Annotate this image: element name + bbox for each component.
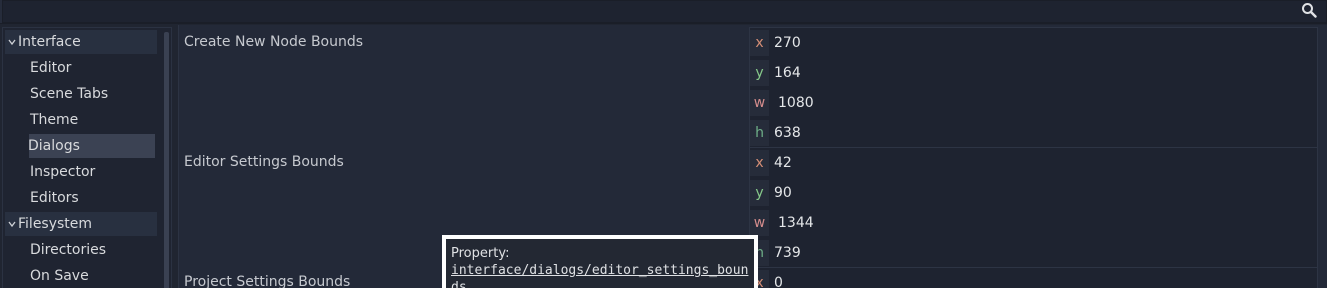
rect-editor-editor-settings-bounds: x 42 y 90 w 1344 h 739 [749, 147, 1318, 268]
editor-settings-window: Interface Editor Scene Tabs Theme Dialog… [0, 0, 1327, 288]
value-row: y 164 [750, 58, 1317, 88]
property-label: Project Settings Bounds [184, 274, 351, 288]
property-label: Editor Settings Bounds [184, 154, 344, 170]
value-row: h 739 [750, 238, 1317, 268]
chevron-down-icon[interactable] [8, 220, 16, 228]
value-spinbox[interactable]: 42 [774, 148, 792, 178]
value-spinbox[interactable]: 1080 [778, 88, 814, 118]
tree-item-theme[interactable]: Theme [5, 108, 157, 132]
tree-item-editor[interactable]: Editor [5, 56, 157, 80]
value-row: x 0 [750, 268, 1317, 288]
tooltip-content: Property: interface/dialogs/editor_setti… [446, 239, 754, 288]
axis-label: w [750, 210, 769, 236]
tree-item-label: Interface [18, 34, 81, 50]
tree-item-label: Filesystem [18, 216, 93, 232]
value-row: h 638 [750, 118, 1317, 148]
tree-item-label: Theme [30, 112, 79, 128]
tree-category-filesystem[interactable]: Filesystem [5, 212, 157, 236]
tree-item-label: Dialogs [28, 138, 80, 154]
tree-item-on-save[interactable]: On Save [5, 264, 157, 288]
chevron-down-icon[interactable] [8, 38, 16, 46]
axis-label: y [750, 180, 769, 206]
tree-item-dialogs[interactable]: Dialogs [28, 134, 155, 158]
tooltip-title: Property: [451, 246, 510, 261]
value-spinbox[interactable]: 164 [774, 58, 801, 88]
tree-item-label: Editors [30, 190, 79, 206]
axis-label: y [750, 60, 769, 86]
value-spinbox[interactable]: 638 [774, 118, 801, 148]
search-icon[interactable] [1301, 2, 1317, 18]
tree-item-inspector[interactable]: Inspector [5, 160, 157, 184]
value-row: w 1080 [750, 88, 1317, 118]
rect-editor-create-new-node-bounds: x 270 y 164 w 1080 h 638 [749, 27, 1318, 148]
value-spinbox[interactable]: 90 [774, 178, 792, 208]
property-label: Create New Node Bounds [184, 34, 364, 50]
section-tree: Interface Editor Scene Tabs Theme Dialog… [2, 27, 172, 288]
tree-item-label: Directories [30, 242, 107, 258]
property-tooltip: Property: interface/dialogs/editor_setti… [442, 235, 758, 288]
tree-item-label: Scene Tabs [30, 86, 109, 102]
value-spinbox[interactable]: 270 [774, 28, 801, 58]
axis-label: x [750, 30, 769, 56]
value-row: x 42 [750, 148, 1317, 178]
tree-item-label: Inspector [30, 164, 96, 180]
axis-label: h [750, 120, 769, 146]
tree-item-scene-tabs[interactable]: Scene Tabs [5, 82, 157, 106]
value-spinbox[interactable]: 739 [774, 238, 801, 268]
tree-item-directories[interactable]: Directories [5, 238, 157, 262]
value-spinbox[interactable]: 1344 [778, 208, 814, 238]
axis-label: x [750, 150, 769, 176]
rect-editor-project-settings-bounds: x 0 [749, 267, 1318, 288]
axis-label: w [750, 90, 769, 116]
tree-item-label: Editor [30, 60, 72, 76]
value-row: x 270 [750, 28, 1317, 58]
tooltip-property-path: interface/dialogs/editor_settings_bounds [451, 263, 749, 288]
tree-item-label: On Save [30, 268, 89, 284]
filter-bar [0, 0, 1327, 24]
tree-category-interface[interactable]: Interface [5, 30, 157, 54]
value-spinbox[interactable]: 0 [774, 268, 783, 288]
filter-settings-input[interactable] [2, 0, 1327, 23]
value-row: w 1344 [750, 208, 1317, 238]
value-row: y 90 [750, 178, 1317, 208]
tree-scrollbar[interactable] [164, 32, 169, 288]
tree-item-editors[interactable]: Editors [5, 186, 157, 210]
